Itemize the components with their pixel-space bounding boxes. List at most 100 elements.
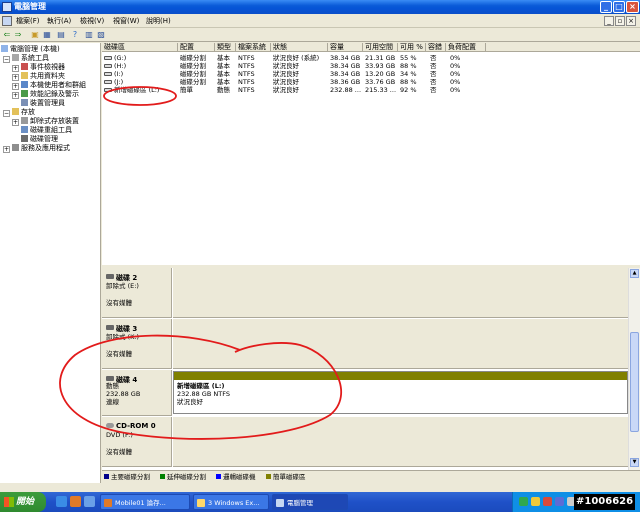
cell-fault-tolerance: 否 [430, 54, 437, 62]
task-mobile01[interactable]: Mobile01 論存... [100, 494, 190, 510]
menu-window[interactable]: 視窗(W) [113, 16, 139, 26]
tree-item-device-manager[interactable]: 裝置管理員 [21, 99, 65, 107]
col-free-space[interactable]: 可用空間 [363, 43, 398, 52]
view-details-icon[interactable]: ▧ [96, 30, 106, 40]
forward-icon[interactable]: ⇒ [13, 30, 23, 40]
cell-free-percent: 88 % [400, 62, 417, 70]
tree-item-shared-folders[interactable]: + 共用資料夾 [12, 72, 65, 81]
drive-icon [104, 80, 112, 84]
scroll-thumb[interactable] [630, 332, 639, 432]
cell-free-percent: 88 % [400, 78, 417, 86]
col-fault-tolerance[interactable]: 容錯 [426, 43, 446, 52]
disk-map-scrollbar[interactable]: ▲ ▼ [628, 268, 640, 470]
taskbar: 開始 Mobile01 論存... 3 Windows Ex... 電腦管理 [0, 492, 640, 512]
cell-layout: 磁碟分割 [180, 70, 206, 78]
tray-volume-icon[interactable] [555, 497, 564, 506]
menu-action[interactable]: 執行(A) [47, 16, 71, 26]
maximize-button[interactable]: □ [613, 1, 625, 13]
menu-help[interactable]: 說明(H) [146, 16, 171, 26]
tree-item-disk-management[interactable]: 磁碟管理 [21, 135, 58, 143]
cell-type: 基本 [217, 54, 230, 62]
tray-security-icon[interactable] [531, 497, 540, 506]
tree-item-performance-logs[interactable]: + 效能記錄及警示 [12, 90, 79, 99]
desktop-icon[interactable] [84, 496, 95, 507]
title-bar[interactable]: 電腦管理 _ □ × [0, 0, 640, 14]
back-icon[interactable]: ⇐ [2, 30, 12, 40]
show-tree-icon[interactable]: ▦ [42, 30, 52, 40]
close-button[interactable]: × [626, 1, 639, 13]
cell-filesystem: NTFS [238, 62, 255, 70]
tray-network-icon[interactable] [519, 497, 528, 506]
scroll-up-arrow[interactable]: ▲ [630, 269, 639, 278]
tree-item-storage[interactable]: − 存放 [3, 108, 35, 117]
col-volume[interactable]: 磁碟區 [102, 43, 178, 52]
col-type[interactable]: 類型 [215, 43, 236, 52]
ie-icon[interactable] [56, 496, 67, 507]
legend-logical: 邏輯磁碟機 [216, 473, 256, 481]
menu-file[interactable]: 檔案(F) [16, 16, 40, 26]
disk-3-area[interactable] [173, 319, 628, 369]
cell-type: 基本 [217, 78, 230, 86]
defrag-icon [21, 126, 28, 133]
disk-type: 卸除式 (K:) [106, 333, 140, 341]
volume-tile-l[interactable]: 新增磁碟區 (L:) 232.88 GB NTFS 狀況良好 [173, 371, 628, 414]
mdi-minimize-button[interactable]: _ [604, 16, 614, 26]
up-folder-icon[interactable]: ▣ [30, 30, 40, 40]
tree-item-removable-storage[interactable]: + 卸除式存放裝置 [12, 117, 79, 126]
col-capacity[interactable]: 容量 [328, 43, 363, 52]
mdi-close-button[interactable]: × [626, 16, 636, 26]
col-overhead[interactable]: 負荷配置 [446, 43, 486, 52]
cell-free-percent: 92 % [400, 86, 417, 94]
mdi-restore-button[interactable]: ▫ [615, 16, 625, 26]
menu-view[interactable]: 檢視(V) [80, 16, 104, 26]
cdrom-0-area[interactable] [173, 417, 628, 467]
scroll-down-arrow[interactable]: ▼ [630, 458, 639, 467]
cell-layout: 磁碟分割 [180, 54, 206, 62]
tree-item-disk-defragmenter[interactable]: 磁碟重組工具 [21, 126, 72, 134]
minimize-button[interactable]: _ [600, 1, 612, 13]
cell-overhead: 0% [450, 54, 461, 62]
start-button[interactable]: 開始 [0, 492, 46, 512]
col-layout[interactable]: 配置 [178, 43, 215, 52]
cell-fault-tolerance: 否 [430, 62, 437, 70]
help-icon[interactable]: ? [70, 30, 80, 40]
tree-item-system-tools[interactable]: − 系統工具 [3, 54, 49, 63]
properties-icon[interactable]: ▤ [56, 30, 66, 40]
table-row[interactable]: 新增磁碟區 (L:) 簡單 動態 NTFS 狀況良好 232.88 ... 21… [102, 86, 640, 94]
view-icon[interactable]: ▥ [84, 30, 94, 40]
col-free-percent[interactable]: 可用 % [398, 43, 426, 52]
task-windows-explorer[interactable]: 3 Windows Ex... [193, 494, 269, 510]
cell-layout: 磁碟分割 [180, 62, 206, 70]
table-row[interactable]: (I:) 磁碟分割 基本 NTFS 狀況良好 38.34 GB 13.20 GB… [102, 70, 640, 78]
disk-3-info[interactable]: 磁碟 3 卸除式 (K:) 沒有媒體 [102, 319, 172, 369]
col-filesystem[interactable]: 檔案系統 [236, 43, 271, 52]
tree-item-services-apps[interactable]: + 服務及應用程式 [3, 144, 70, 153]
table-row[interactable]: (J:) 磁碟分割 基本 NTFS 狀況良好 38.36 GB 33.76 GB… [102, 78, 640, 86]
tree-item-local-users[interactable]: + 本機使用者和群組 [12, 81, 86, 90]
tree-item-computer-management[interactable]: 電腦管理 (本機) [1, 45, 60, 53]
cell-type: 動態 [217, 86, 230, 94]
table-row[interactable]: (H:) 磁碟分割 基本 NTFS 狀況良好 38.34 GB 33.93 GB… [102, 62, 640, 70]
mdi-window-icon[interactable] [2, 16, 12, 26]
tray-antivirus-icon[interactable] [543, 497, 552, 506]
cell-free-percent: 34 % [400, 70, 417, 78]
disk-4-info[interactable]: 磁碟 4 動態 232.88 GB 連線 [102, 370, 172, 416]
disk-2-info[interactable]: 磁碟 2 卸除式 (E:) 沒有媒體 [102, 268, 172, 318]
disk-2-area[interactable] [173, 268, 628, 318]
tree-item-event-viewer[interactable]: + 事件檢視器 [12, 63, 65, 72]
col-status[interactable]: 狀態 [271, 43, 328, 52]
disk-icon [106, 376, 114, 381]
cell-capacity: 38.34 GB [330, 54, 361, 62]
task-computer-management[interactable]: 電腦管理 [272, 494, 348, 510]
simple-volume-bar [174, 372, 627, 380]
firefox-icon[interactable] [70, 496, 81, 507]
cell-volume: (J:) [102, 78, 123, 86]
disk-name: CD-ROM 0 [116, 422, 156, 430]
volume-status: 狀況良好 [177, 398, 203, 406]
cdrom-0-info[interactable]: CD-ROM 0 DVD (F:) 沒有媒體 [102, 417, 172, 467]
disk-status: 沒有媒體 [106, 299, 132, 307]
table-row[interactable]: (G:) 磁碟分割 基本 NTFS 狀況良好 (系統) 38.34 GB 21.… [102, 54, 640, 62]
legend-extended: 延伸磁碟分割 [160, 473, 206, 481]
window-title: 電腦管理 [14, 2, 46, 11]
cell-volume: (I:) [102, 70, 123, 78]
